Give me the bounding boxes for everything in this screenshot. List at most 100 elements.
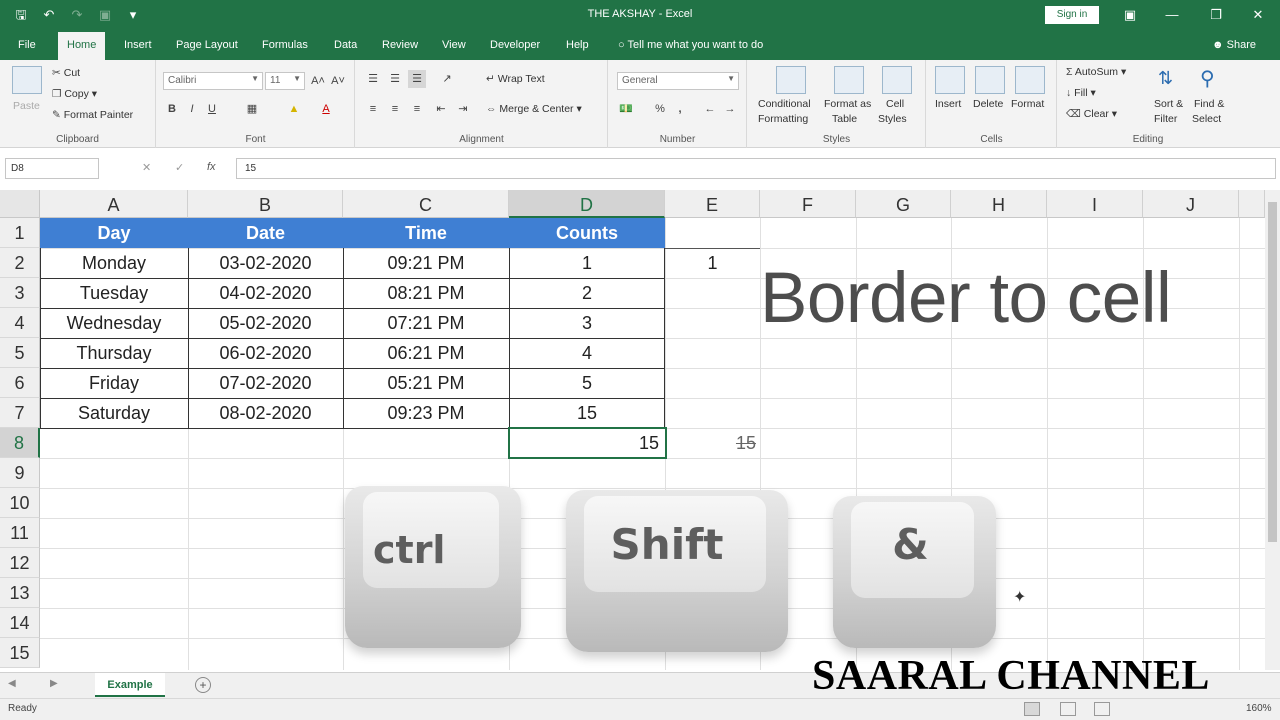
- row-header[interactable]: 13: [0, 578, 40, 608]
- font-color-icon[interactable]: A: [317, 100, 335, 118]
- autosum-button[interactable]: Σ AutoSum ▾: [1066, 66, 1126, 78]
- row-header-selected[interactable]: 8: [0, 428, 40, 458]
- select-all-corner[interactable]: [0, 190, 40, 218]
- italic-button[interactable]: I: [183, 100, 201, 118]
- normal-view-icon[interactable]: [1024, 702, 1040, 716]
- column-header-h[interactable]: H: [951, 190, 1047, 218]
- conditional-formatting-icon[interactable]: [776, 66, 806, 94]
- font-name-select[interactable]: Calibri ▼: [163, 72, 263, 90]
- table-cell[interactable]: 03-02-2020: [188, 248, 343, 278]
- magnifier-icon[interactable]: ⚲: [1200, 66, 1215, 91]
- table-cell[interactable]: Saturday: [40, 398, 188, 428]
- column-header-f[interactable]: F: [760, 190, 856, 218]
- tab-page-layout[interactable]: Page Layout: [176, 39, 238, 51]
- tab-formulas[interactable]: Formulas: [262, 39, 308, 51]
- column-header-c[interactable]: C: [343, 190, 509, 218]
- table-cell[interactable]: Thursday: [40, 338, 188, 368]
- table-cell[interactable]: 06-02-2020: [188, 338, 343, 368]
- tab-developer[interactable]: Developer: [490, 39, 540, 51]
- scrollbar-thumb[interactable]: [1268, 202, 1277, 542]
- align-center-icon[interactable]: ≡: [386, 100, 404, 118]
- page-break-view-icon[interactable]: [1094, 702, 1110, 716]
- find-select-line1[interactable]: Find &: [1194, 98, 1224, 110]
- column-header-a[interactable]: A: [40, 190, 188, 218]
- format-painter-button[interactable]: ✎ Format Painter: [52, 109, 133, 121]
- table-cell[interactable]: 05:21 PM: [343, 368, 509, 398]
- column-header-g[interactable]: G: [856, 190, 951, 218]
- align-middle-icon[interactable]: ☰: [386, 70, 404, 88]
- ribbon-display-icon[interactable]: ▣: [1118, 5, 1142, 25]
- table-cell[interactable]: 07-02-2020: [188, 368, 343, 398]
- increase-decimal-icon[interactable]: ←: [701, 100, 719, 118]
- table-cell[interactable]: Friday: [40, 368, 188, 398]
- currency-icon[interactable]: 💵: [617, 100, 635, 118]
- align-top-icon[interactable]: ☰: [364, 70, 382, 88]
- table-cell[interactable]: 08:21 PM: [343, 278, 509, 308]
- row-header[interactable]: 11: [0, 518, 40, 548]
- sort-filter-line2[interactable]: Filter: [1154, 113, 1177, 125]
- tab-file[interactable]: File: [18, 39, 36, 51]
- row-header[interactable]: 12: [0, 548, 40, 578]
- percent-button[interactable]: %: [651, 100, 669, 118]
- tab-home[interactable]: Home: [58, 32, 106, 60]
- table-cell[interactable]: 09:23 PM: [343, 398, 509, 428]
- decrease-decimal-icon[interactable]: →: [721, 100, 739, 118]
- row-header[interactable]: 5: [0, 338, 40, 368]
- row-header[interactable]: 4: [0, 308, 40, 338]
- copy-button[interactable]: ❐ Copy ▾: [52, 88, 97, 100]
- table-cell[interactable]: 08-02-2020: [188, 398, 343, 428]
- share-button[interactable]: ☻ Share: [1212, 39, 1256, 51]
- row-header[interactable]: 6: [0, 368, 40, 398]
- sort-filter-icon[interactable]: ⇅: [1158, 68, 1173, 89]
- table-cell[interactable]: Monday: [40, 248, 188, 278]
- minimize-icon[interactable]: —: [1160, 5, 1184, 25]
- column-header-d[interactable]: D: [509, 190, 665, 218]
- row-header[interactable]: 14: [0, 608, 40, 638]
- header-cell-day[interactable]: Day: [40, 218, 188, 248]
- row-header[interactable]: 2: [0, 248, 40, 278]
- table-cell[interactable]: 2: [509, 278, 665, 308]
- tab-view[interactable]: View: [442, 39, 466, 51]
- row-header[interactable]: 10: [0, 488, 40, 518]
- vertical-scrollbar[interactable]: [1265, 190, 1280, 670]
- formula-input[interactable]: 15: [236, 158, 1276, 179]
- align-right-icon[interactable]: ≡: [408, 100, 426, 118]
- delete-cells-icon[interactable]: [975, 66, 1005, 94]
- table-cell[interactable]: 4: [509, 338, 665, 368]
- tab-insert[interactable]: Insert: [124, 39, 152, 51]
- orientation-icon[interactable]: ↗: [438, 70, 456, 88]
- insert-cells-button[interactable]: Insert: [935, 98, 961, 110]
- number-format-select[interactable]: General ▼: [617, 72, 739, 90]
- row-header[interactable]: 9: [0, 458, 40, 488]
- header-cell-counts[interactable]: Counts: [509, 218, 665, 248]
- fill-color-icon[interactable]: ▲: [285, 100, 303, 118]
- tab-review[interactable]: Review: [382, 39, 418, 51]
- paste-button[interactable]: Paste: [13, 100, 40, 112]
- conditional-formatting-line1[interactable]: Conditional: [758, 98, 811, 110]
- table-cell[interactable]: Tuesday: [40, 278, 188, 308]
- tab-data[interactable]: Data: [334, 39, 357, 51]
- merge-center-button[interactable]: ⇔ Merge & Center ▾: [486, 103, 582, 115]
- column-header-b[interactable]: B: [188, 190, 343, 218]
- table-cell[interactable]: 09:21 PM: [343, 248, 509, 278]
- increase-font-icon[interactable]: A˄: [309, 72, 327, 90]
- cell-styles-line2[interactable]: Styles: [878, 113, 907, 125]
- conditional-formatting-line2[interactable]: Formatting: [758, 113, 808, 125]
- format-as-table-line1[interactable]: Format as: [824, 98, 871, 110]
- underline-button[interactable]: U: [203, 100, 221, 118]
- sheet-next-icon[interactable]: ▶: [50, 678, 58, 689]
- zoom-level[interactable]: 160%: [1246, 703, 1272, 714]
- column-header-partial[interactable]: [1239, 190, 1265, 218]
- comma-button[interactable]: ,: [671, 100, 689, 118]
- font-size-select[interactable]: 11 ▼: [265, 72, 305, 90]
- enter-icon[interactable]: ✓: [175, 161, 184, 174]
- sheet-prev-icon[interactable]: ◀: [8, 678, 16, 689]
- restore-icon[interactable]: ❐: [1204, 5, 1228, 25]
- cell-e8[interactable]: 15: [665, 428, 760, 458]
- sign-in-button[interactable]: Sign in: [1045, 6, 1099, 24]
- decrease-indent-icon[interactable]: ⇤: [432, 100, 450, 118]
- cut-button[interactable]: ✂ Cut: [52, 67, 80, 79]
- fill-button[interactable]: ↓ Fill ▾: [1066, 87, 1096, 99]
- page-layout-view-icon[interactable]: [1060, 702, 1076, 716]
- column-header-j[interactable]: J: [1143, 190, 1239, 218]
